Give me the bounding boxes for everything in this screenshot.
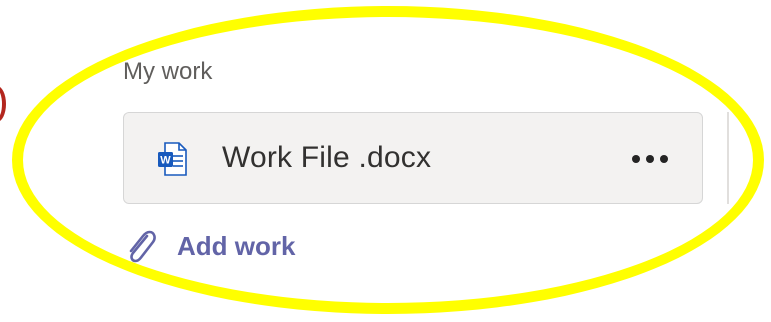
my-work-heading: My work: [123, 58, 213, 85]
add-work-button[interactable]: Add work: [123, 226, 295, 266]
more-options-dot: [660, 155, 668, 163]
add-work-label[interactable]: Add work: [177, 231, 295, 262]
file-attachment-card[interactable]: W Work File .docx: [123, 112, 703, 204]
more-options-button[interactable]: [626, 139, 674, 179]
word-document-icon: W: [158, 142, 187, 176]
file-name[interactable]: Work File .docx: [222, 141, 431, 175]
more-options-dot: [646, 155, 654, 163]
svg-text:W: W: [160, 155, 171, 167]
partial-red-circle-annotation: [0, 86, 6, 122]
more-options-icon: [632, 155, 640, 163]
card-divider: [727, 112, 729, 204]
paperclip-icon: [129, 230, 156, 263]
